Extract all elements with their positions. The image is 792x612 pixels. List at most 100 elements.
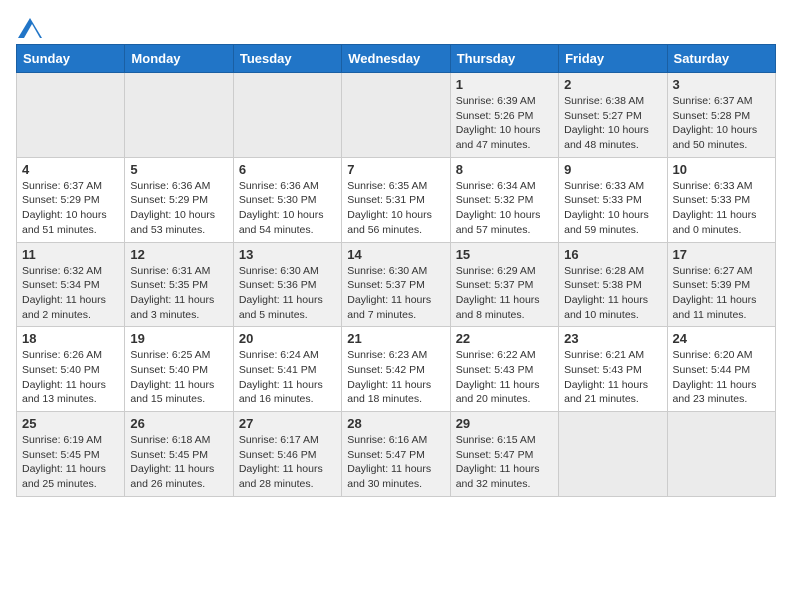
calendar-table: SundayMondayTuesdayWednesdayThursdayFrid… — [16, 44, 776, 497]
day-number: 22 — [456, 331, 553, 346]
weekday-header: Monday — [125, 45, 233, 73]
day-info: Sunrise: 6:37 AMSunset: 5:29 PMDaylight:… — [22, 179, 119, 238]
calendar-day-cell: 14 Sunrise: 6:30 AMSunset: 5:37 PMDayligh… — [342, 242, 450, 327]
calendar-day-cell: 26 Sunrise: 6:18 AMSunset: 5:45 PMDayligh… — [125, 412, 233, 497]
day-info: Sunrise: 6:27 AMSunset: 5:39 PMDaylight:… — [673, 264, 770, 323]
calendar-day-cell — [17, 73, 125, 158]
calendar-week-row: 18 Sunrise: 6:26 AMSunset: 5:40 PMDayligh… — [17, 327, 776, 412]
logo — [16, 16, 42, 36]
day-number: 6 — [239, 162, 336, 177]
calendar-day-cell: 2Sunrise: 6:38 AMSunset: 5:27 PMDaylight… — [559, 73, 667, 158]
weekday-header: Sunday — [17, 45, 125, 73]
calendar-day-cell: 17Sunrise: 6:27 AMSunset: 5:39 PMDayligh… — [667, 242, 775, 327]
day-info: Sunrise: 6:30 AMSunset: 5:36 PMDaylight:… — [239, 264, 336, 323]
calendar-week-row: 25 Sunrise: 6:19 AMSunset: 5:45 PMDayligh… — [17, 412, 776, 497]
calendar-day-cell: 12 Sunrise: 6:31 AMSunset: 5:35 PMDayligh… — [125, 242, 233, 327]
calendar-day-cell: 1 Sunrise: 6:39 AMSunset: 5:26 PMDaylight… — [450, 73, 558, 158]
calendar-day-cell: 4 Sunrise: 6:37 AMSunset: 5:29 PMDaylight… — [17, 157, 125, 242]
calendar-day-cell: 27 Sunrise: 6:17 AMSunset: 5:46 PMDayligh… — [233, 412, 341, 497]
day-info: Sunrise: 6:31 AMSunset: 5:35 PMDaylight:… — [130, 264, 227, 323]
calendar-day-cell — [125, 73, 233, 158]
day-info: Sunrise: 6:28 AMSunset: 5:38 PMDaylight:… — [564, 264, 661, 323]
day-number: 18 — [22, 331, 119, 346]
page-header — [16, 16, 776, 36]
day-info: Sunrise: 6:20 AMSunset: 5:44 PMDaylight:… — [673, 348, 770, 407]
calendar-day-cell — [233, 73, 341, 158]
day-number: 12 — [130, 247, 227, 262]
calendar-day-cell: 22 Sunrise: 6:22 AMSunset: 5:43 PMDayligh… — [450, 327, 558, 412]
calendar-day-cell: 29 Sunrise: 6:15 AMSunset: 5:47 PMDayligh… — [450, 412, 558, 497]
calendar-day-cell: 5 Sunrise: 6:36 AMSunset: 5:29 PMDaylight… — [125, 157, 233, 242]
day-number: 26 — [130, 416, 227, 431]
calendar-header-row: SundayMondayTuesdayWednesdayThursdayFrid… — [17, 45, 776, 73]
day-info: Sunrise: 6:36 AMSunset: 5:29 PMDaylight:… — [130, 179, 227, 238]
day-info: Sunrise: 6:23 AMSunset: 5:42 PMDaylight:… — [347, 348, 444, 407]
calendar-week-row: 1 Sunrise: 6:39 AMSunset: 5:26 PMDaylight… — [17, 73, 776, 158]
day-info: Sunrise: 6:18 AMSunset: 5:45 PMDaylight:… — [130, 433, 227, 492]
day-number: 4 — [22, 162, 119, 177]
calendar-day-cell: 13 Sunrise: 6:30 AMSunset: 5:36 PMDayligh… — [233, 242, 341, 327]
weekday-header: Thursday — [450, 45, 558, 73]
calendar-day-cell: 25 Sunrise: 6:19 AMSunset: 5:45 PMDayligh… — [17, 412, 125, 497]
day-info: Sunrise: 6:29 AMSunset: 5:37 PMDaylight:… — [456, 264, 553, 323]
weekday-header: Tuesday — [233, 45, 341, 73]
weekday-header: Wednesday — [342, 45, 450, 73]
day-info: Sunrise: 6:32 AMSunset: 5:34 PMDaylight:… — [22, 264, 119, 323]
calendar-day-cell: 7 Sunrise: 6:35 AMSunset: 5:31 PMDaylight… — [342, 157, 450, 242]
calendar-week-row: 11 Sunrise: 6:32 AMSunset: 5:34 PMDayligh… — [17, 242, 776, 327]
weekday-header: Saturday — [667, 45, 775, 73]
calendar-day-cell: 20Sunrise: 6:24 AMSunset: 5:41 PMDayligh… — [233, 327, 341, 412]
day-number: 5 — [130, 162, 227, 177]
day-number: 11 — [22, 247, 119, 262]
day-number: 14 — [347, 247, 444, 262]
day-info: Sunrise: 6:19 AMSunset: 5:45 PMDaylight:… — [22, 433, 119, 492]
calendar-day-cell: 24 Sunrise: 6:20 AMSunset: 5:44 PMDayligh… — [667, 327, 775, 412]
weekday-header: Friday — [559, 45, 667, 73]
calendar-day-cell: 16 Sunrise: 6:28 AMSunset: 5:38 PMDayligh… — [559, 242, 667, 327]
day-number: 15 — [456, 247, 553, 262]
day-info: Sunrise: 6:39 AMSunset: 5:26 PMDaylight:… — [456, 94, 553, 153]
calendar-day-cell: 11 Sunrise: 6:32 AMSunset: 5:34 PMDayligh… — [17, 242, 125, 327]
calendar-day-cell: 10 Sunrise: 6:33 AMSunset: 5:33 PMDayligh… — [667, 157, 775, 242]
day-info: Sunrise: 6:35 AMSunset: 5:31 PMDaylight:… — [347, 179, 444, 238]
day-info: Sunrise: 6:21 AMSunset: 5:43 PMDaylight:… — [564, 348, 661, 407]
calendar-day-cell: 28Sunrise: 6:16 AMSunset: 5:47 PMDayligh… — [342, 412, 450, 497]
day-info: Sunrise: 6:17 AMSunset: 5:46 PMDaylight:… — [239, 433, 336, 492]
day-number: 23 — [564, 331, 661, 346]
day-info: Sunrise: 6:30 AMSunset: 5:37 PMDaylight:… — [347, 264, 444, 323]
day-number: 2 — [564, 77, 661, 92]
day-number: 24 — [673, 331, 770, 346]
day-number: 25 — [22, 416, 119, 431]
day-info: Sunrise: 6:16 AMSunset: 5:47 PMDaylight:… — [347, 433, 444, 492]
day-info: Sunrise: 6:33 AMSunset: 5:33 PMDaylight:… — [673, 179, 770, 238]
day-info: Sunrise: 6:22 AMSunset: 5:43 PMDaylight:… — [456, 348, 553, 407]
day-info: Sunrise: 6:34 AMSunset: 5:32 PMDaylight:… — [456, 179, 553, 238]
day-info: Sunrise: 6:36 AMSunset: 5:30 PMDaylight:… — [239, 179, 336, 238]
day-number: 10 — [673, 162, 770, 177]
day-number: 20 — [239, 331, 336, 346]
day-info: Sunrise: 6:15 AMSunset: 5:47 PMDaylight:… — [456, 433, 553, 492]
day-number: 13 — [239, 247, 336, 262]
calendar-day-cell: 23 Sunrise: 6:21 AMSunset: 5:43 PMDayligh… — [559, 327, 667, 412]
day-number: 19 — [130, 331, 227, 346]
day-number: 27 — [239, 416, 336, 431]
day-number: 21 — [347, 331, 444, 346]
logo-icon — [18, 16, 42, 40]
calendar-week-row: 4 Sunrise: 6:37 AMSunset: 5:29 PMDaylight… — [17, 157, 776, 242]
day-number: 8 — [456, 162, 553, 177]
calendar-day-cell: 3Sunrise: 6:37 AMSunset: 5:28 PMDaylight… — [667, 73, 775, 158]
day-number: 1 — [456, 77, 553, 92]
calendar-day-cell: 19 Sunrise: 6:25 AMSunset: 5:40 PMDayligh… — [125, 327, 233, 412]
calendar-day-cell: 15 Sunrise: 6:29 AMSunset: 5:37 PMDayligh… — [450, 242, 558, 327]
day-info: Sunrise: 6:33 AMSunset: 5:33 PMDaylight:… — [564, 179, 661, 238]
day-info: Sunrise: 6:25 AMSunset: 5:40 PMDaylight:… — [130, 348, 227, 407]
day-number: 16 — [564, 247, 661, 262]
calendar-day-cell — [559, 412, 667, 497]
calendar-day-cell: 8 Sunrise: 6:34 AMSunset: 5:32 PMDaylight… — [450, 157, 558, 242]
calendar-day-cell — [342, 73, 450, 158]
day-number: 3 — [673, 77, 770, 92]
calendar-day-cell: 18 Sunrise: 6:26 AMSunset: 5:40 PMDayligh… — [17, 327, 125, 412]
day-number: 29 — [456, 416, 553, 431]
day-info: Sunrise: 6:26 AMSunset: 5:40 PMDaylight:… — [22, 348, 119, 407]
day-number: 7 — [347, 162, 444, 177]
